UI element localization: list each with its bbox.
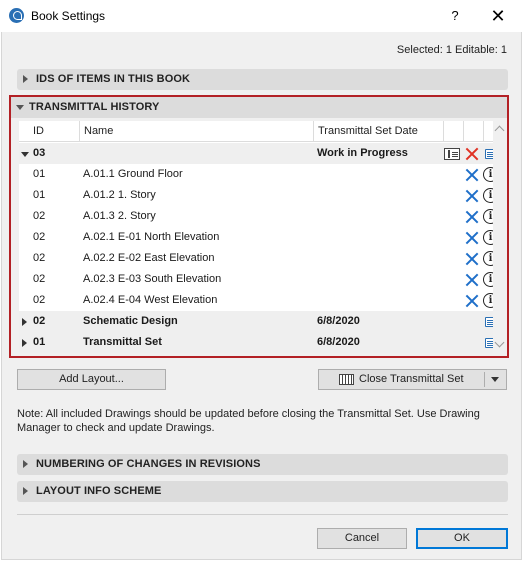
info-icon[interactable]: i [483,167,493,182]
table-row[interactable]: 02 A.02.3 E-03 South Elevation i [19,269,493,290]
row-id: 02 [33,273,46,285]
column-header-action-3 [483,121,493,142]
book-icon [339,374,354,385]
title-bar: Book Settings ? ✕ [0,0,523,32]
row-name: Transmittal Set [83,336,162,348]
cancel-button[interactable]: Cancel [317,528,407,549]
app-icon [9,8,24,23]
table-row[interactable]: 02 A.02.4 E-04 West Elevation i [19,290,493,311]
table-row[interactable]: 02 A.02.1 E-01 North Elevation i [19,227,493,248]
row-name: A.02.3 E-03 South Elevation [83,273,222,285]
close-set-icon[interactable] [444,148,460,160]
section-label: IDS OF ITEMS IN THIS BOOK [36,73,191,85]
remove-icon[interactable] [465,231,479,245]
row-id: 01 [33,168,46,180]
info-icon[interactable]: i [483,293,493,308]
info-icon[interactable]: i [483,188,493,203]
add-layout-button[interactable]: Add Layout... [17,369,166,390]
row-name: A.02.2 E-02 East Elevation [83,252,215,264]
dialog-body: Selected: 1 Editable: 1 IDS OF ITEMS IN … [1,32,522,560]
section-transmittal-history[interactable]: TRANSMITTAL HISTORY [11,97,507,118]
selected-info: Selected: 1 Editable: 1 [396,44,507,56]
column-header-action-2 [463,121,483,142]
row-date: 6/8/2020 [317,315,360,327]
info-icon[interactable]: i [483,272,493,287]
row-name [83,143,313,164]
row-id: 02 [33,294,46,306]
section-label: TRANSMITTAL HISTORY [29,101,160,113]
remove-icon[interactable] [465,168,479,182]
expand-arrow-icon [23,487,28,495]
expand-arrow-icon[interactable] [22,339,27,347]
document-icon[interactable] [485,338,493,348]
table-row-group[interactable]: 01 Transmittal Set 6/8/2020 [19,332,493,353]
help-button[interactable]: ? [443,5,467,27]
row-name: A.01.3 2. Story [83,210,156,222]
section-label: NUMBERING OF CHANGES IN REVISIONS [36,458,261,470]
table-row[interactable]: 01 A.01.2 1. Story i [19,185,493,206]
remove-icon[interactable] [465,189,479,203]
transmittal-history-panel: TRANSMITTAL HISTORY ID Name Transmittal … [9,95,509,358]
collapse-arrow-icon[interactable] [21,152,29,157]
info-icon[interactable]: i [483,230,493,245]
info-icon[interactable]: i [483,251,493,266]
row-name: A.01.2 1. Story [83,189,156,201]
table-row-group[interactable]: 03 Work in Progress [19,143,493,164]
remove-icon[interactable] [465,273,479,287]
row-name: A.02.1 E-01 North Elevation [83,231,220,243]
expand-arrow-icon[interactable] [22,318,27,326]
table-header: ID Name Transmittal Set Date [19,121,493,142]
column-header-action-1 [443,121,463,142]
section-label: LAYOUT INFO SCHEME [36,485,162,497]
section-layout-info-scheme[interactable]: LAYOUT INFO SCHEME [17,481,508,502]
column-header-date[interactable]: Transmittal Set Date [313,121,443,142]
info-icon[interactable]: i [483,209,493,224]
close-transmittal-set-button[interactable]: Close Transmittal Set [318,369,507,390]
window-title: Book Settings [31,9,106,23]
row-name: Schematic Design [83,315,178,327]
column-header-name[interactable]: Name [79,121,313,142]
delete-icon[interactable] [465,147,479,161]
section-numbering-of-changes[interactable]: NUMBERING OF CHANGES IN REVISIONS [17,454,508,475]
table-row-group[interactable]: 02 Schematic Design 6/8/2020 [19,311,493,332]
divider [17,514,508,515]
row-id: 02 [33,231,46,243]
remove-icon[interactable] [465,294,479,308]
table-row[interactable]: 02 A.01.3 2. Story i [19,206,493,227]
row-id: 02 [33,210,46,222]
row-id: 01 [33,336,46,348]
section-ids-of-items[interactable]: IDS OF ITEMS IN THIS BOOK [17,69,508,90]
close-transmittal-set-label: Close Transmittal Set [359,373,464,385]
column-header-id[interactable]: ID [29,121,79,142]
row-id: 01 [33,189,46,201]
row-date: Work in Progress [317,147,408,159]
expand-arrow-icon [23,75,28,83]
row-date: 6/8/2020 [317,336,360,348]
chevron-down-icon[interactable] [491,377,499,382]
document-icon[interactable] [485,317,493,327]
close-window-button[interactable]: ✕ [484,4,512,28]
document-icon[interactable] [485,149,493,159]
row-id: 03 [33,147,46,159]
transmittal-table: ID Name Transmittal Set Date 03 Work in … [19,121,493,353]
scroll-down-icon[interactable] [494,337,505,348]
row-id: 02 [33,252,46,264]
row-name: A.02.4 E-04 West Elevation [83,294,218,306]
row-name: A.01.1 Ground Floor [83,168,183,180]
remove-icon[interactable] [465,210,479,224]
remove-icon[interactable] [465,252,479,266]
expand-arrow-icon [23,460,28,468]
row-id: 02 [33,315,46,327]
table-scrollbar[interactable] [493,121,506,353]
collapse-arrow-icon [16,105,24,110]
ok-button[interactable]: OK [416,528,508,549]
note-text: Note: All included Drawings should be up… [17,408,480,434]
table-row[interactable]: 02 A.02.2 E-02 East Elevation i [19,248,493,269]
split-divider [484,372,485,387]
scroll-up-icon[interactable] [494,125,505,136]
table-row[interactable]: 01 A.01.1 Ground Floor i [19,164,493,185]
